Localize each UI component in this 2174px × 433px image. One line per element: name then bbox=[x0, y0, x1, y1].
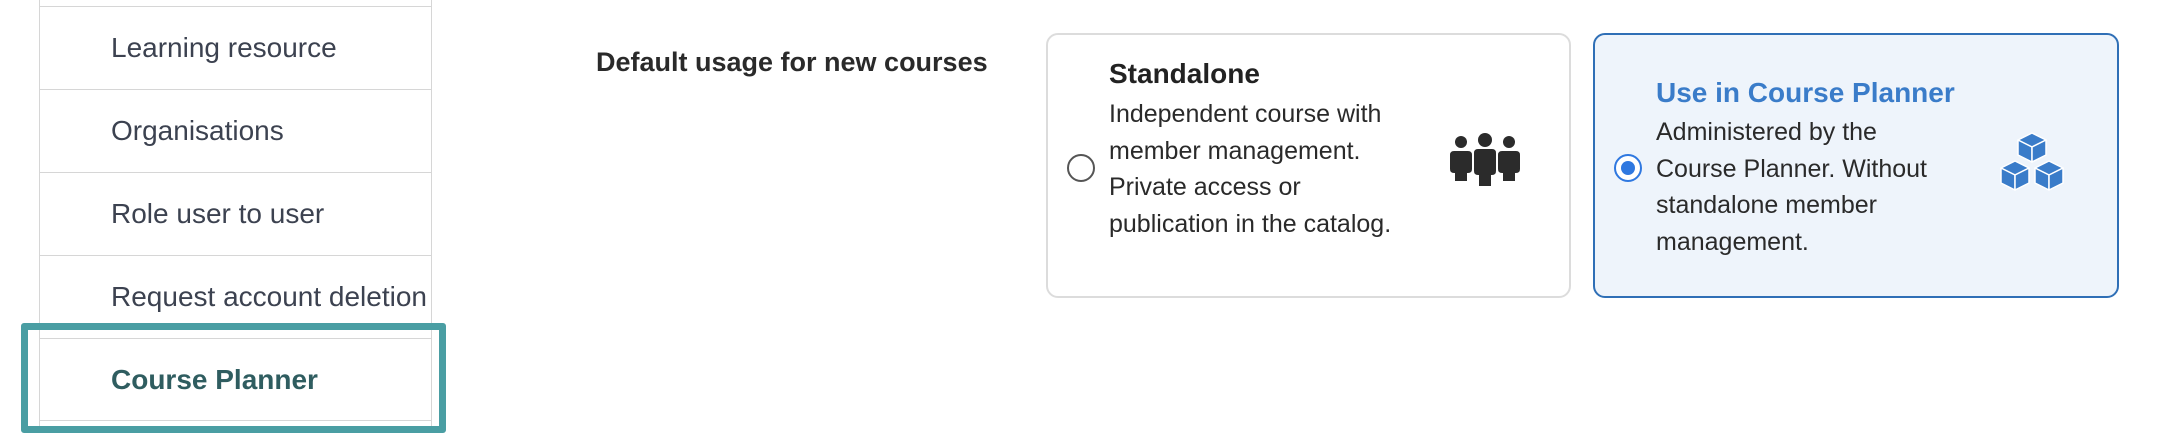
sidebar-item-label: Role user to user bbox=[111, 198, 325, 229]
field-label: Default usage for new courses bbox=[596, 47, 988, 77]
page: Learning resource Organisations Role use… bbox=[0, 0, 2174, 433]
sidebar-item-request-account-deletion[interactable]: Request account deletion bbox=[40, 255, 432, 338]
sidebar-item-label: Learning resource bbox=[111, 32, 337, 63]
option-description: Independent course with member managemen… bbox=[1109, 100, 1392, 238]
sidebar: Learning resource Organisations Role use… bbox=[39, 0, 432, 433]
option-card-standalone[interactable]: Standalone Independent course with membe… bbox=[1046, 33, 1571, 298]
group-icon bbox=[1450, 133, 1520, 186]
sidebar-item-label: Request account deletion bbox=[111, 281, 427, 312]
sidebar-item-learning-resource[interactable]: Learning resource bbox=[40, 6, 432, 89]
sidebar-item-role-user-to-user[interactable]: Role user to user bbox=[40, 172, 432, 255]
radio-course-planner[interactable] bbox=[1614, 154, 1642, 182]
sidebar-item-label: Course Planner bbox=[111, 363, 318, 395]
radio-standalone[interactable] bbox=[1067, 154, 1095, 182]
option-title: Standalone bbox=[1109, 58, 1260, 89]
cubes-icon bbox=[2000, 132, 2064, 191]
sidebar-item-label: Organisations bbox=[111, 115, 284, 146]
option-description: Administered by the Course Planner. With… bbox=[1656, 118, 1927, 256]
option-card-course-planner[interactable]: Use in Course Planner Administered by th… bbox=[1593, 33, 2119, 298]
option-title: Use in Course Planner bbox=[1656, 77, 1955, 108]
sidebar-item-organisations[interactable]: Organisations bbox=[40, 89, 432, 172]
sidebar-item-course-planner[interactable]: Course Planner bbox=[40, 338, 432, 421]
